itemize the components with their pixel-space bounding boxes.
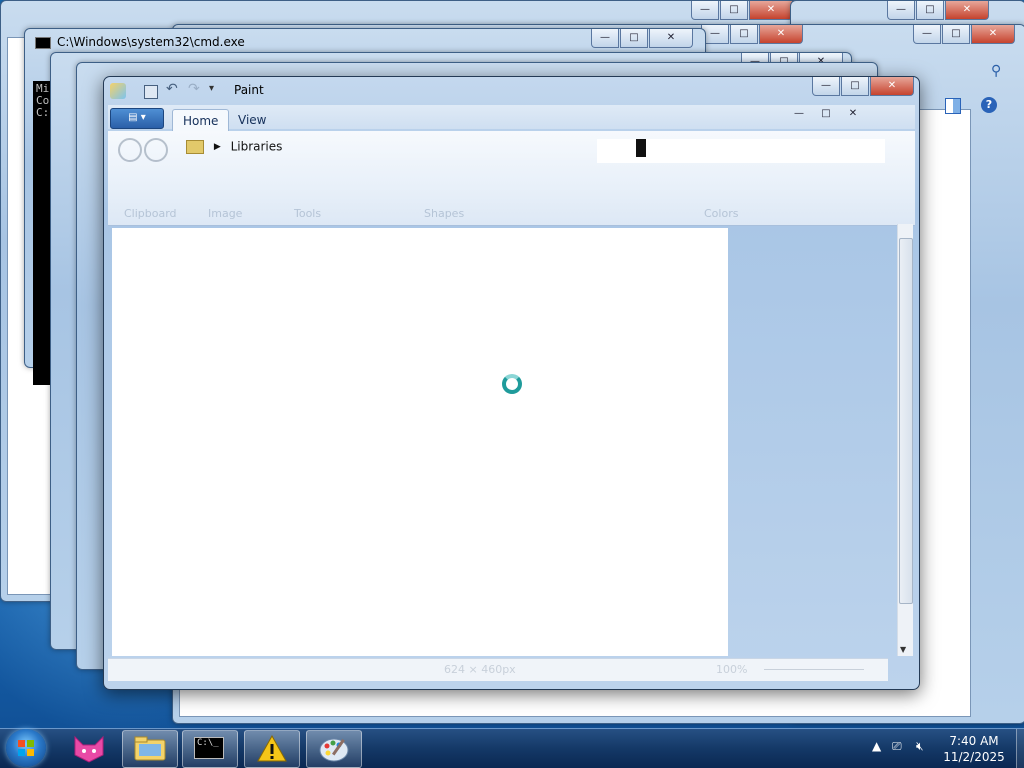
minimize-button[interactable]: — bbox=[913, 25, 941, 44]
address-bar[interactable]: ▶ Libraries bbox=[186, 139, 706, 159]
quick-access-dropdown-icon[interactable]: ▾ bbox=[209, 83, 214, 94]
cmd-icon: C:\_ bbox=[194, 737, 224, 759]
network-icon[interactable]: ⎚ bbox=[892, 739, 902, 754]
close-button[interactable]: ✕ bbox=[971, 25, 1015, 44]
vertical-scrollbar[interactable]: ▼ bbox=[897, 224, 913, 656]
maximize-button[interactable]: □ bbox=[916, 1, 944, 20]
close-button[interactable]: ✕ bbox=[870, 77, 914, 96]
volume-muted-icon[interactable]: 🔇︎ bbox=[916, 739, 924, 754]
zoom-slider[interactable] bbox=[764, 669, 864, 670]
back-forward-icon[interactable] bbox=[118, 138, 174, 162]
maximize-button[interactable]: □ bbox=[942, 25, 970, 44]
taskbar-app-pink-cat[interactable] bbox=[62, 730, 116, 766]
desktop: — □ ✕ — □ ✕ — □ ✕ — □ ✕ ⚲ ? C:\Windows\system32\… bbox=[0, 0, 1024, 768]
minimize-button[interactable]: — bbox=[691, 1, 719, 20]
paint-menu-button[interactable]: ▤ ▾ bbox=[110, 108, 164, 129]
busy-spinner-icon bbox=[502, 374, 522, 394]
clock-date: 11/2/2025 bbox=[943, 750, 1005, 764]
start-button[interactable] bbox=[6, 729, 46, 767]
maximize-button[interactable]: □ bbox=[730, 25, 758, 44]
scrollbar-thumb[interactable] bbox=[899, 238, 913, 604]
clock-time: 7:40 AM bbox=[949, 734, 999, 748]
system-clock[interactable]: 7:40 AM 11/2/2025 bbox=[938, 733, 1010, 765]
ribbon-close-button[interactable]: ✕ bbox=[840, 105, 866, 123]
close-button[interactable]: ✕ bbox=[749, 1, 793, 20]
maximize-button[interactable]: □ bbox=[841, 77, 869, 96]
show-desktop-button[interactable] bbox=[1016, 729, 1024, 768]
close-button[interactable]: ✕ bbox=[759, 25, 803, 44]
pink-cat-app-icon bbox=[74, 735, 104, 763]
taskbar-app-warning[interactable] bbox=[244, 730, 300, 768]
maximize-button[interactable]: □ bbox=[720, 1, 748, 20]
minimize-button[interactable]: — bbox=[812, 77, 840, 96]
window-title: C:\Windows\system32\cmd.exe bbox=[57, 35, 245, 49]
canvas-area[interactable] bbox=[112, 228, 728, 656]
search-icon[interactable]: ⚲ bbox=[991, 63, 1001, 79]
minimize-button[interactable]: — bbox=[887, 1, 915, 20]
file-explorer-icon bbox=[134, 736, 166, 761]
paint-icon bbox=[319, 738, 349, 762]
image-size-label: 624 × 460px bbox=[444, 663, 516, 676]
breadcrumb[interactable]: Libraries bbox=[231, 140, 283, 154]
ribbon-group-colors: Colors bbox=[704, 207, 739, 220]
paint-app-icon bbox=[110, 83, 126, 99]
folder-icon bbox=[186, 139, 204, 154]
ribbon-restore-button[interactable]: □ bbox=[813, 105, 839, 123]
scroll-down-arrow[interactable]: ▼ bbox=[900, 645, 906, 654]
save-icon[interactable] bbox=[144, 85, 158, 99]
help-icon[interactable]: ? bbox=[981, 97, 997, 113]
ribbon-minimize-button[interactable]: — bbox=[786, 105, 812, 123]
preview-pane-icon[interactable] bbox=[945, 98, 961, 114]
close-button[interactable]: ✕ bbox=[945, 1, 989, 20]
taskbar-app-paint[interactable] bbox=[306, 730, 362, 768]
taskbar-app-explorer[interactable] bbox=[122, 730, 178, 768]
window-title: Paint bbox=[234, 83, 264, 97]
ribbon-group-tools: Tools bbox=[294, 207, 322, 220]
windows-logo-icon bbox=[18, 740, 34, 756]
cmd-icon bbox=[35, 37, 51, 49]
minimize-button[interactable]: — bbox=[591, 29, 619, 48]
drawing-canvas[interactable] bbox=[112, 228, 728, 656]
ribbon-group-shapes: Shapes bbox=[424, 207, 465, 220]
status-bar: 624 × 460px 100% bbox=[108, 658, 888, 681]
ribbon-group-clipboard: Clipboard bbox=[124, 207, 177, 220]
zoom-level: 100% bbox=[716, 663, 748, 676]
show-hidden-icons-icon[interactable]: ▲ bbox=[872, 739, 881, 753]
taskbar-app-cmd[interactable]: C:\_ bbox=[182, 730, 238, 768]
maximize-button[interactable]: □ bbox=[620, 29, 648, 48]
breadcrumb-chevron-icon: ▶ bbox=[213, 141, 221, 152]
tab-view[interactable]: View bbox=[228, 109, 276, 131]
redo-icon[interactable]: ↷ bbox=[188, 81, 200, 97]
close-button[interactable]: ✕ bbox=[649, 29, 693, 48]
tab-home[interactable]: Home bbox=[172, 109, 230, 132]
ribbon-group-image: Image bbox=[208, 207, 243, 220]
undo-icon[interactable]: ↶ bbox=[166, 81, 178, 97]
warning-icon bbox=[257, 734, 287, 762]
